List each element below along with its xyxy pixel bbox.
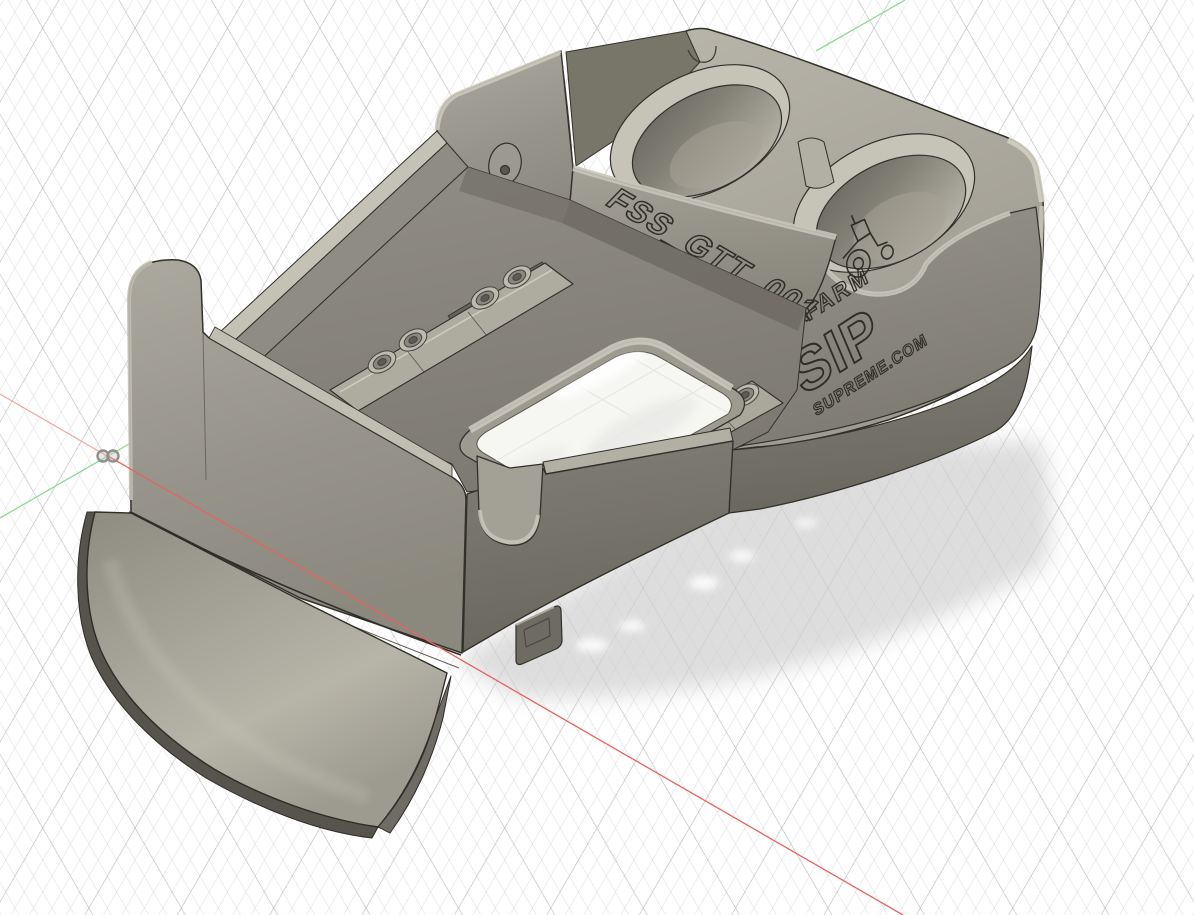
- model-canvas[interactable]: FARM SIP SUPREME.COM: [0, 0, 1194, 915]
- cad-viewport[interactable]: FARM SIP SUPREME.COM: [0, 0, 1194, 915]
- u-notch: [477, 456, 543, 545]
- origin-marker[interactable]: [98, 451, 119, 462]
